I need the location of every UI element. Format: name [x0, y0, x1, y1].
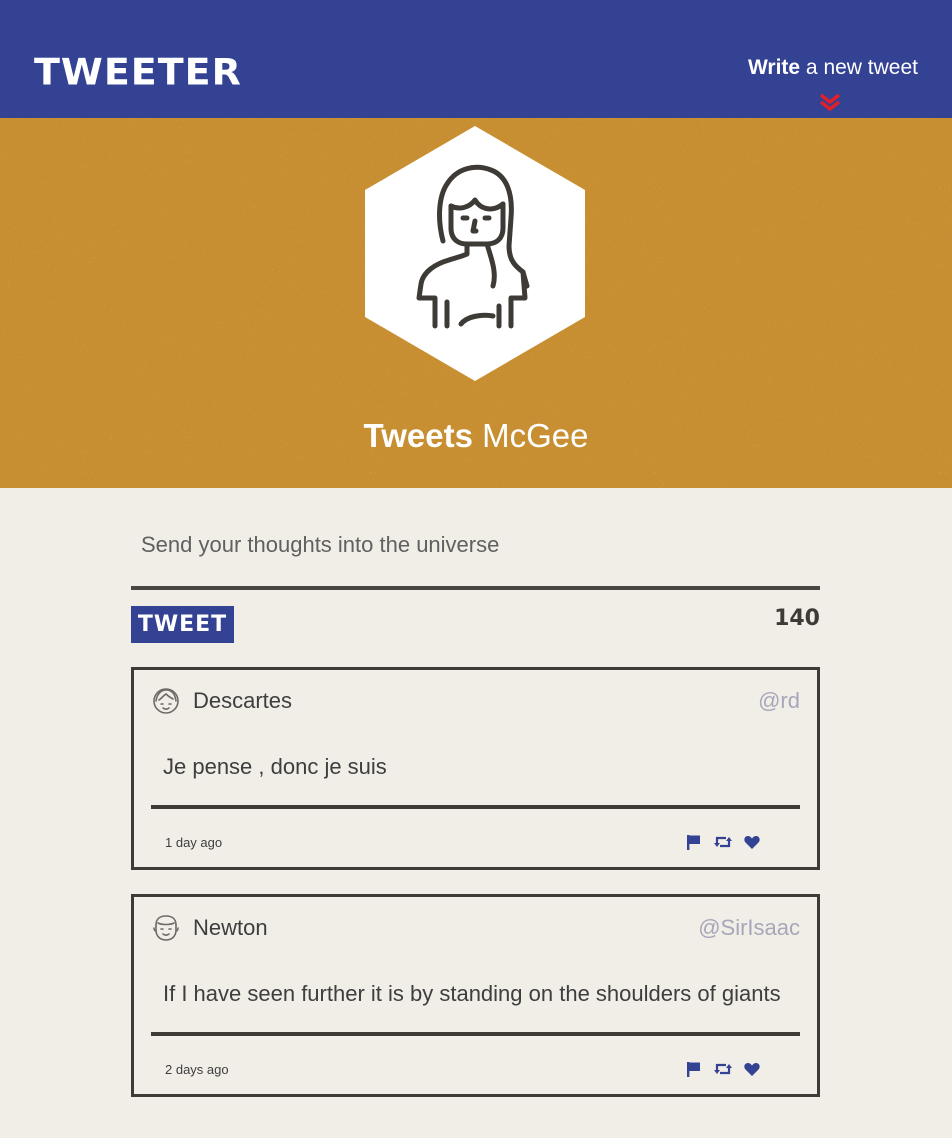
- retweet-icon[interactable]: [714, 1060, 732, 1078]
- tweet-author-handle[interactable]: @SirIsaac: [698, 915, 800, 941]
- profile-last-name: McGee: [472, 417, 589, 454]
- profile-avatar: [365, 126, 585, 381]
- tweet-author-name: Newton: [193, 915, 268, 940]
- profile-first-name: Tweets: [363, 417, 473, 454]
- profile-name: Tweets McGee: [0, 416, 952, 456]
- write-label: Write: [747, 56, 801, 79]
- profile-header: Tweets McGee: [0, 118, 952, 488]
- tweet-header: Descartes @rd: [151, 686, 800, 716]
- heart-icon[interactable]: [743, 1060, 761, 1078]
- tweet-author-handle[interactable]: @rd: [758, 688, 800, 714]
- tweet-text: If I have seen further it is by standing…: [163, 981, 781, 1006]
- double-chevron-down-icon[interactable]: [817, 92, 843, 112]
- flag-icon[interactable]: [685, 833, 703, 851]
- app-logo[interactable]: TWEETER: [34, 53, 242, 91]
- tweet-timestamp: 1 day ago: [165, 835, 223, 850]
- top-nav: TWEETER Write a new tweet: [0, 0, 952, 118]
- flag-icon[interactable]: [685, 1060, 703, 1078]
- tweet-divider: [151, 1032, 800, 1036]
- man-face-icon: [153, 915, 179, 941]
- tweet-composer: TWEET 140: [131, 520, 820, 643]
- tweet-input[interactable]: [131, 520, 820, 590]
- write-new-tweet-link[interactable]: Write a new tweet: [748, 55, 918, 81]
- tweet-card: Descartes @rd Je pense , donc je suis 1 …: [131, 667, 820, 870]
- heart-icon[interactable]: [743, 833, 761, 851]
- tweet-text: Je pense , donc je suis: [163, 754, 387, 779]
- tweet-card: Newton @SirIsaac If I have seen further …: [131, 894, 820, 1097]
- new-tweet-label: a new tweet: [800, 56, 918, 79]
- tweet-header: Newton @SirIsaac: [151, 913, 800, 943]
- retweet-icon[interactable]: [714, 833, 732, 851]
- tweet-button[interactable]: TWEET: [131, 606, 234, 643]
- woman-face-icon: [153, 688, 179, 714]
- character-counter: 140: [774, 606, 820, 631]
- tweet-timestamp: 2 days ago: [165, 1062, 229, 1077]
- tweet-author-name: Descartes: [193, 688, 293, 713]
- tweet-divider: [151, 805, 800, 809]
